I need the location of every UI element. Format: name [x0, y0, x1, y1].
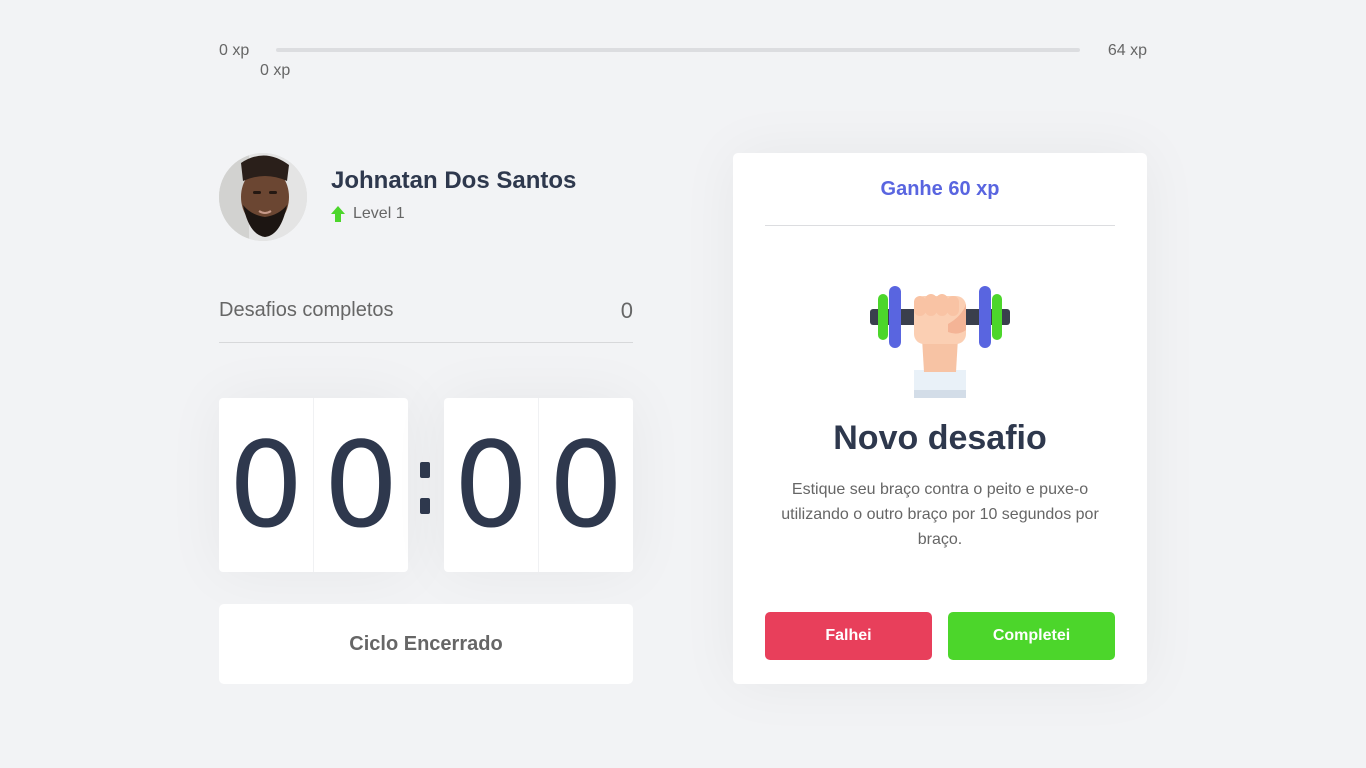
- challenge-reward: Ganhe 60 xp: [765, 153, 1115, 226]
- dumbbell-body-icon: [870, 286, 1010, 398]
- minute-digit-right: 0: [323, 416, 399, 554]
- profile-name: Johnatan Dos Santos: [331, 167, 577, 194]
- profile: Johnatan Dos Santos Level 1: [219, 153, 633, 241]
- colon-dot-bottom: [420, 498, 430, 514]
- second-digit-left: 0: [444, 398, 539, 572]
- countdown-colon: [408, 398, 444, 572]
- cycle-button[interactable]: Ciclo Encerrado: [219, 604, 633, 684]
- app-page: 0 xp 0 xp 64 xp Johnatan Dos Santos Leve…: [0, 0, 1366, 768]
- completed-challenges: Desafios completos 0: [219, 296, 633, 343]
- countdown: 0 0 0 0: [219, 398, 633, 572]
- xp-current-label: 0 xp: [260, 62, 291, 79]
- second-digit-right: 0: [548, 416, 624, 554]
- countdown-seconds: 0 0: [444, 398, 633, 572]
- xp-min-label: 0 xp: [219, 42, 250, 59]
- xp-progress-track: [276, 48, 1080, 52]
- colon-dot-top: [420, 462, 430, 478]
- level-up-arrow-icon: [331, 206, 345, 222]
- experience-bar: 0 xp 0 xp 64 xp: [219, 38, 1147, 79]
- level-row: Level 1: [331, 205, 405, 223]
- completed-challenges-label: Desafios completos: [219, 299, 394, 321]
- minute-digit-left: 0: [219, 398, 314, 572]
- challenge-title: Novo desafio: [833, 419, 1047, 457]
- level-label: Level 1: [353, 205, 405, 222]
- countdown-minutes: 0 0: [219, 398, 408, 572]
- challenge-description: Estique seu braço contra o peito e puxe-…: [781, 481, 1099, 548]
- completed-challenges-count: 0: [620, 298, 633, 323]
- xp-max-label: 64 xp: [1107, 42, 1147, 59]
- avatar: [219, 153, 307, 241]
- challenge-actions: Falhei Completei: [765, 612, 1115, 660]
- complete-button[interactable]: Completei: [948, 612, 1115, 660]
- challenge-card: Ganhe 60 xp Novo desafio Estique seu bra…: [733, 153, 1147, 684]
- fail-button[interactable]: Falhei: [765, 612, 932, 660]
